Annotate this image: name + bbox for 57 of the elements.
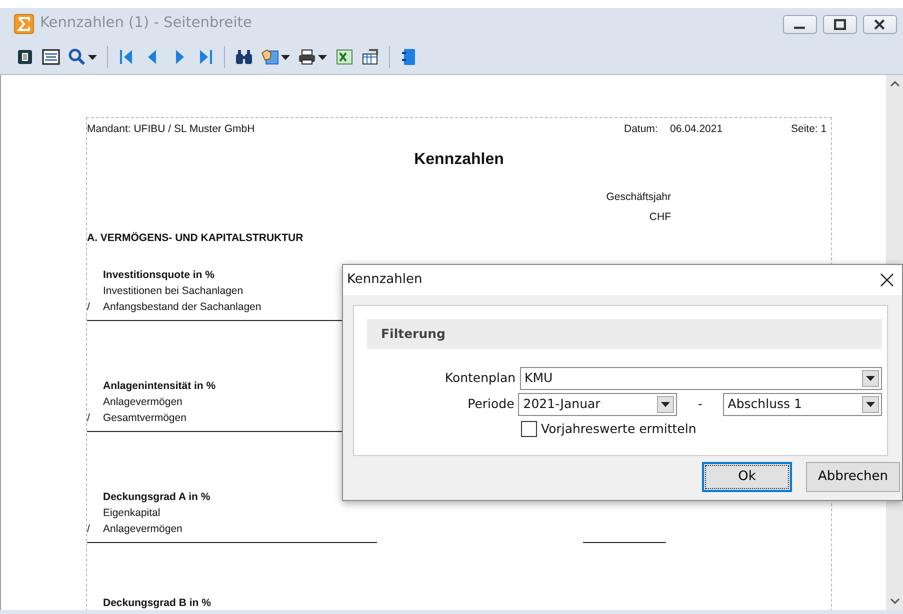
report-title: Kennzahlen — [414, 150, 504, 168]
book-icon[interactable] — [400, 48, 418, 66]
printer-icon[interactable] — [298, 48, 316, 66]
page-width-icon[interactable] — [42, 48, 60, 66]
close-button[interactable] — [863, 14, 897, 34]
cancel-button[interactable]: Abbrechen — [806, 462, 900, 492]
checkbox-label[interactable]: Vorjahreswerte ermitteln — [541, 420, 696, 439]
ratio-numerator: Anlagevermögen — [103, 395, 182, 410]
maximize-button[interactable] — [823, 14, 857, 34]
period-to-dropdown[interactable]: Abschluss 1 — [722, 393, 882, 416]
checkbox[interactable] — [521, 421, 537, 438]
ok-button[interactable]: Ok — [702, 462, 792, 492]
range-separator: - — [696, 395, 704, 414]
ratio-denominator: Anfangsbestand der Sachanlagen — [103, 300, 262, 315]
close-icon[interactable] — [874, 18, 886, 30]
field-label: Periode — [466, 395, 514, 414]
division-sign: / — [87, 522, 91, 537]
spreadsheet-icon[interactable] — [335, 48, 353, 66]
dialog-title: Kennzahlen — [347, 271, 422, 290]
scroll-up-icon[interactable] — [890, 81, 900, 87]
ratio-title: Investitionsquote in % — [103, 268, 214, 283]
account-plan-dropdown[interactable]: KMU — [520, 367, 882, 390]
section-heading: A. VERMÖGENS- UND KAPITALSTRUKTUR — [87, 232, 304, 244]
report-date: 06.04.2021 — [670, 123, 723, 135]
window-title: Kennzahlen (1) - Seitenbreite — [40, 14, 252, 34]
ratio-title: Deckungsgrad B in % — [103, 596, 211, 610]
caret-icon[interactable] — [318, 54, 327, 60]
date-label: Datum: — [624, 123, 658, 135]
division-sign: / — [87, 411, 91, 426]
dropdown-arrow-icon[interactable] — [866, 376, 875, 381]
scroll-down-icon[interactable] — [890, 598, 900, 604]
search-icon[interactable] — [68, 48, 86, 66]
dropdown-arrow-icon[interactable] — [866, 402, 875, 407]
column-heading: Geschäftsjahr — [606, 190, 671, 203]
caret-icon[interactable] — [88, 54, 97, 60]
currency: CHF — [649, 210, 671, 222]
group-header: Filterung — [367, 319, 882, 349]
field-label: Kontenplan — [444, 369, 516, 388]
ratio-title: Anlagenintensität in % — [103, 379, 216, 394]
maximize-icon[interactable] — [834, 18, 846, 30]
dropdown-arrow-icon[interactable] — [661, 402, 670, 407]
report-client: Mandant: UFIBU / SL Muster GmbH — [87, 123, 255, 135]
division-sign: / — [87, 300, 91, 315]
binoculars-icon[interactable] — [235, 48, 253, 66]
period-from-dropdown[interactable]: 2021-Januar — [518, 393, 678, 416]
close-button[interactable] — [880, 273, 894, 287]
sigma-logo-icon — [14, 14, 34, 34]
ratio-denominator: Anlagevermögen — [103, 522, 182, 537]
page-icon[interactable] — [16, 48, 34, 66]
minimize-button[interactable] — [783, 14, 817, 34]
ratio-numerator: Eigenkapital — [103, 506, 160, 521]
ratio-denominator: Gesamtvermögen — [103, 411, 186, 426]
page-settings-icon[interactable] — [361, 48, 379, 66]
ratio-numerator: Investitionen bei Sachanlagen — [103, 284, 244, 299]
page-number: Seite: 1 — [791, 123, 827, 135]
ratio-title: Deckungsgrad A in % — [103, 490, 210, 505]
caret-icon[interactable] — [281, 54, 290, 60]
